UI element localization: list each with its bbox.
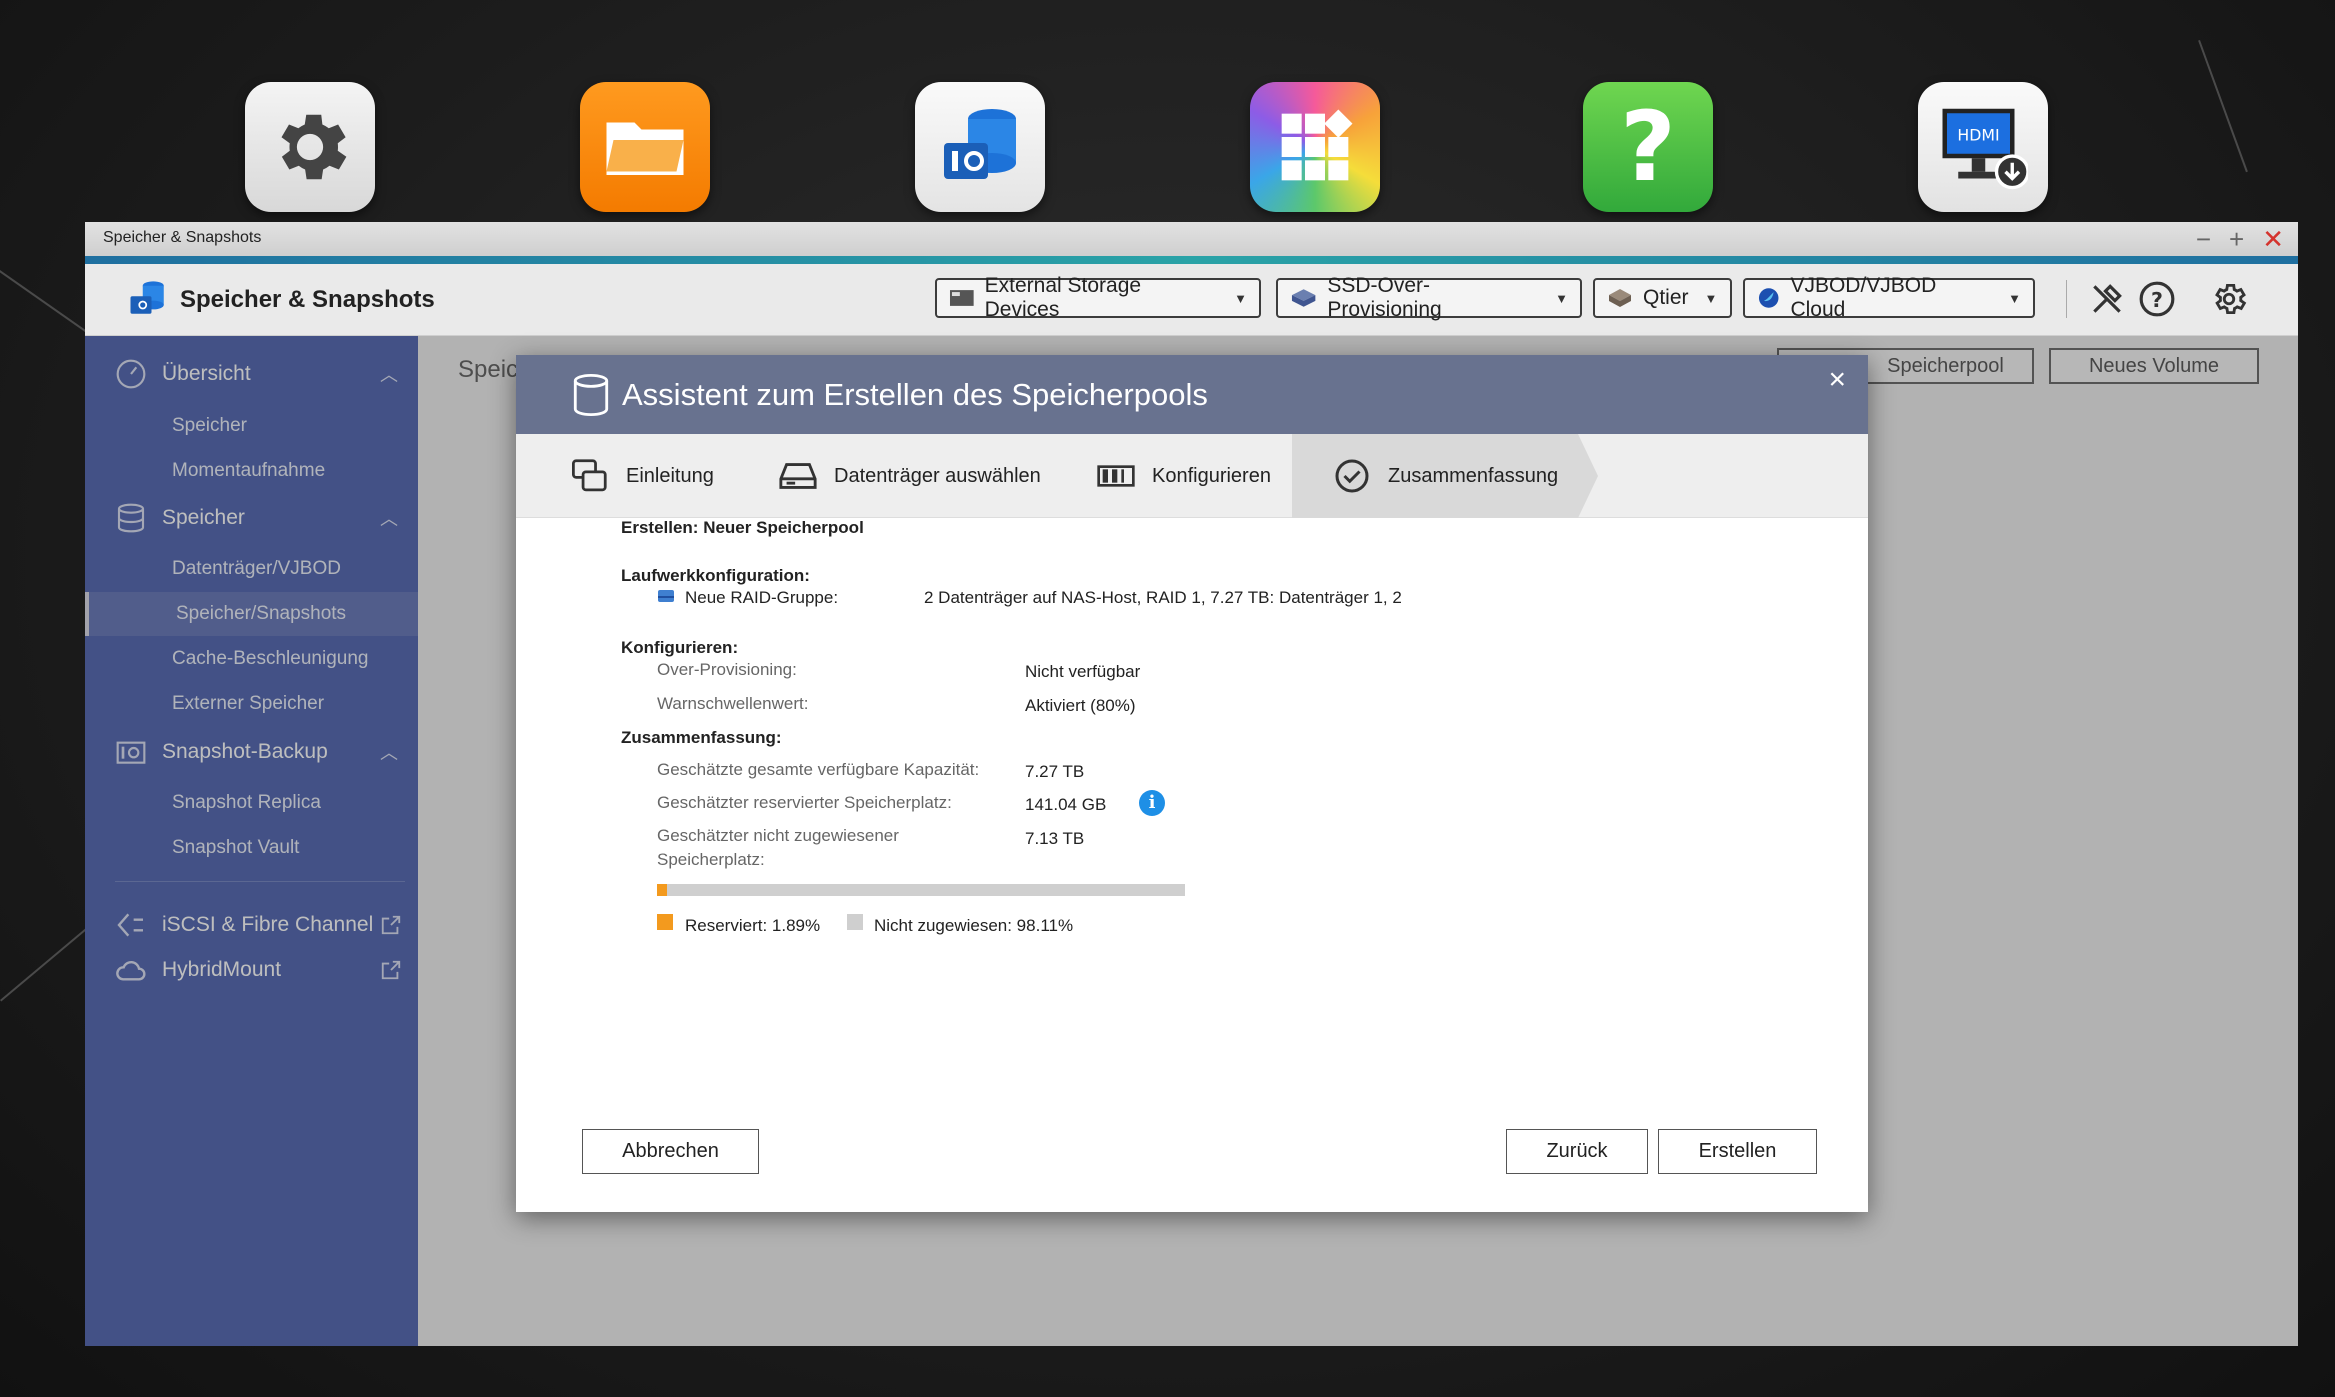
help-center-app-icon[interactable]: ? — [1583, 82, 1713, 212]
ssd-over-provisioning-dropdown[interactable]: SSD-Over-Provisioning ▼ — [1276, 274, 1582, 321]
app-center-app-icon[interactable] — [1250, 82, 1380, 212]
dialog-close-icon[interactable]: × — [1828, 363, 1846, 397]
step-label: Datenträger auswählen — [834, 464, 1041, 487]
svg-text:?: ? — [2151, 288, 2163, 312]
external-storage-label: External Storage Devices — [984, 274, 1142, 321]
create-pool-wizard-dialog: Assistent zum Erstellen des Speicherpool… — [516, 355, 1868, 1212]
chevron-down-icon: ▼ — [1704, 290, 1718, 306]
app-title: Speicher & Snapshots — [180, 286, 435, 313]
gear-icon — [281, 114, 347, 180]
unallocated-value: 7.13 TB — [1025, 829, 1085, 848]
vjbod-icon — [1758, 288, 1779, 308]
help-icon[interactable]: ? — [2138, 280, 2176, 318]
vjbod-dropdown[interactable]: VJBOD/VJBOD Cloud ▼ — [1743, 274, 2035, 321]
dialog-title: Assistent zum Erstellen des Speicherpool… — [622, 377, 1208, 412]
dialog-header: Assistent zum Erstellen des Speicherpool… — [516, 355, 1868, 434]
hdmi-display-app-icon[interactable]: HDMI — [1918, 82, 2048, 212]
svg-text:HDMI: HDMI — [1957, 125, 1999, 144]
question-icon: ? — [1620, 91, 1676, 203]
qtier-dropdown[interactable]: Qtier ▼ — [1593, 278, 1732, 318]
qtier-label: Qtier — [1643, 286, 1689, 309]
external-storage-dropdown[interactable]: External Storage Devices ▼ — [935, 274, 1261, 321]
warn-label: Warnschwellenwert: — [657, 694, 809, 713]
window-titlebar[interactable]: Speicher & Snapshots − + ✕ — [85, 222, 2298, 256]
database-camera-icon — [944, 109, 1016, 179]
legend-unassigned-swatch — [847, 914, 863, 930]
step-label: Konfigurieren — [1152, 464, 1271, 487]
capacity-value: 7.27 TB — [1025, 762, 1085, 781]
info-icon[interactable]: i — [1139, 790, 1165, 816]
reserved-value: 141.04 GB — [1025, 795, 1107, 814]
step-datentraeger: Datenträger auswählen — [778, 434, 1041, 518]
step-konfigurieren: Konfigurieren — [1096, 434, 1271, 518]
raid-label: Neue RAID-Gruppe: — [685, 588, 839, 607]
back-button[interactable]: Zurück — [1506, 1129, 1648, 1174]
create-button[interactable]: Erstellen — [1658, 1129, 1817, 1174]
op-label: Over-Provisioning: — [657, 660, 797, 679]
warn-value: Aktiviert (80%) — [1025, 696, 1136, 715]
vjbod-label: VJBOD/VJBOD Cloud — [1790, 274, 1937, 321]
app-header: Speicher & Snapshots External Storage De… — [85, 264, 2298, 336]
toolbar-divider — [2066, 280, 2067, 318]
settings-app-icon[interactable] — [245, 82, 375, 212]
reserved-label: Geschätzter reservierter Speicherplatz: — [657, 793, 952, 812]
unallocated-label-line1: Geschätzter nicht zugewiesener — [657, 826, 899, 845]
step-zusammenfassung: Zusammenfassung — [1292, 434, 1578, 518]
step-einleitung: Einleitung — [570, 434, 714, 518]
maximize-icon[interactable]: + — [2229, 224, 2244, 255]
raid-config-icon — [1097, 465, 1135, 487]
settings-gear-icon[interactable] — [2210, 280, 2248, 318]
capacity-bar — [657, 884, 1185, 896]
ssd-icon — [1291, 289, 1316, 307]
raid-device-icon — [949, 290, 974, 306]
close-icon[interactable]: ✕ — [2262, 224, 2284, 255]
drive-config-heading: Laufwerkkonfiguration: — [621, 566, 810, 585]
summary-heading: Zusammenfassung: — [621, 728, 782, 747]
chevron-down-icon: ▼ — [1555, 290, 1568, 306]
ssd-over-provisioning-label: SSD-Over-Provisioning — [1327, 274, 1442, 321]
check-circle-icon — [1335, 459, 1369, 493]
wizard-steps: Einleitung Datenträger auswählen Konfigu… — [516, 434, 1868, 518]
create-line: Erstellen: Neuer Speicherpool — [621, 518, 864, 537]
step-label: Einleitung — [626, 464, 714, 487]
tools-icon[interactable] — [2088, 280, 2126, 318]
disk-icon — [573, 373, 609, 417]
hard-drive-icon — [779, 463, 817, 489]
folder-icon — [606, 122, 684, 175]
file-station-app-icon[interactable] — [580, 82, 710, 212]
step-arrow — [1578, 434, 1598, 518]
capacity-bar-reserved — [657, 884, 667, 896]
monitor-icon: HDMI — [1942, 108, 2028, 190]
minimize-icon[interactable]: − — [2196, 224, 2211, 255]
raid-value: 2 Datenträger auf NAS-Host, RAID 1, 7.27… — [924, 588, 1402, 607]
cancel-button[interactable]: Abbrechen — [582, 1129, 759, 1174]
step-label: Zusammenfassung — [1388, 464, 1559, 487]
legend-reserved-swatch — [657, 914, 673, 930]
chevron-down-icon: ▼ — [2008, 290, 2021, 306]
op-value: Nicht verfügbar — [1025, 662, 1141, 681]
legend-unassigned: Nicht zugewiesen: 98.11% — [874, 916, 1074, 935]
capacity-label: Geschätzte gesamte verfügbare Kapazität: — [657, 760, 980, 779]
unallocated-label-line2: Speicherplatz: — [657, 850, 765, 869]
window-title: Speicher & Snapshots — [103, 229, 262, 246]
grid-icon — [1281, 109, 1353, 181]
legend-reserved: Reserviert: 1.89% — [685, 916, 821, 935]
raid-group-icon — [658, 590, 674, 602]
storage-snapshots-app-icon[interactable] — [915, 82, 1045, 212]
configure-heading: Konfigurieren: — [621, 638, 739, 657]
accent-bar — [85, 256, 2298, 264]
qtier-icon — [1609, 289, 1631, 307]
chevron-down-icon: ▼ — [1234, 290, 1247, 306]
layers-icon — [572, 459, 607, 492]
storage-snapshots-logo-icon — [130, 281, 164, 314]
